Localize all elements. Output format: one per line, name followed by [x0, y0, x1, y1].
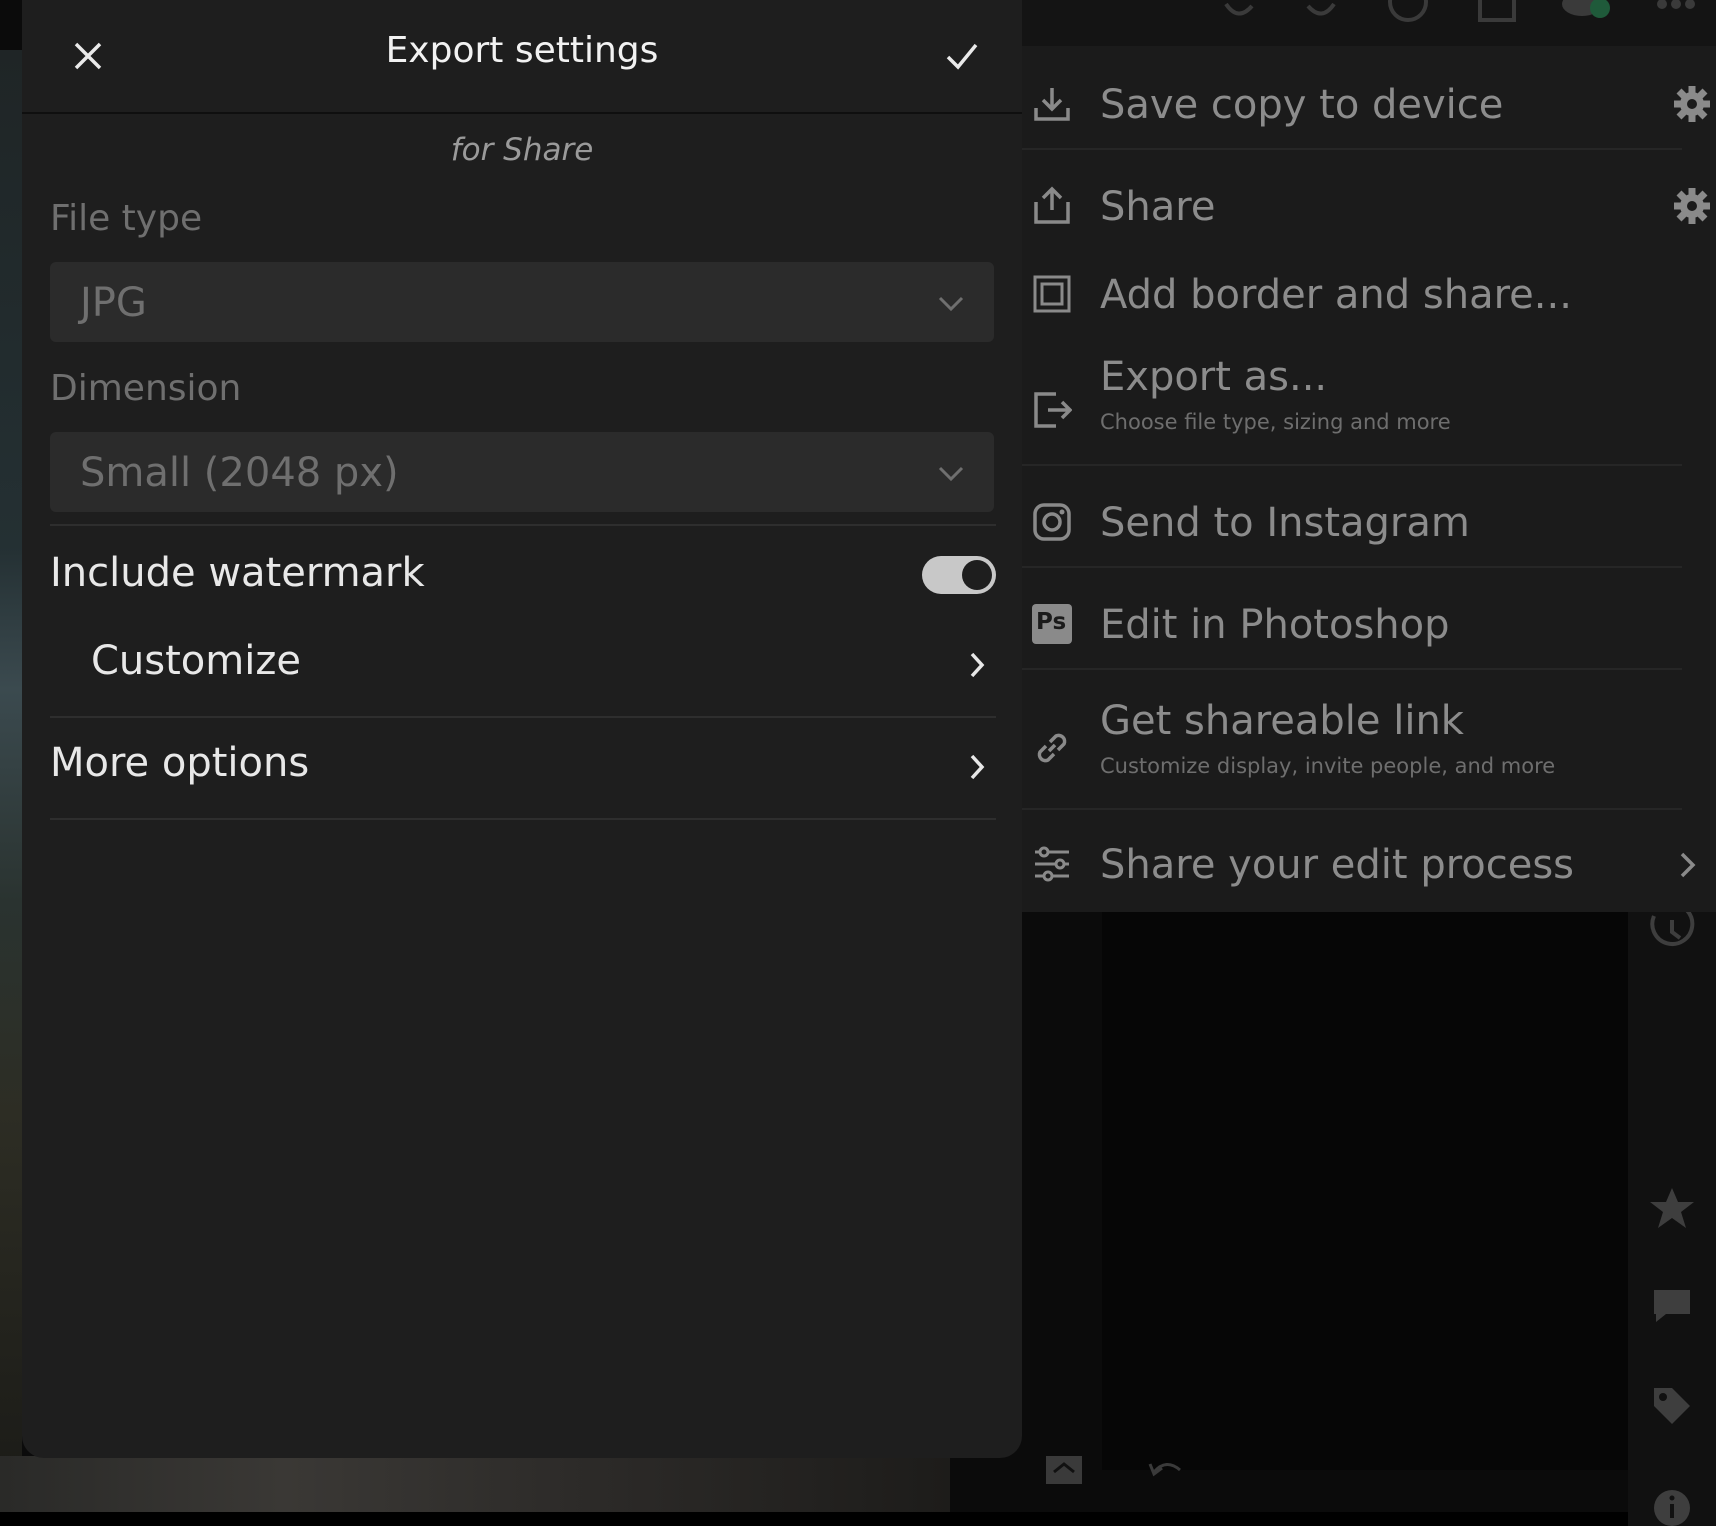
file-type-value: JPG: [80, 280, 147, 326]
background-photo-edge: [0, 50, 22, 1470]
toggle-knob: [962, 560, 992, 590]
menu-item-label: Edit in Photoshop: [1100, 602, 1450, 648]
chevron-down-icon: [938, 466, 964, 482]
export-icon: [1034, 392, 1072, 428]
menu-divider: [1022, 566, 1682, 568]
export-settings-panel: Export settings for Share File type JPG …: [22, 0, 1022, 1458]
download-icon: [1034, 88, 1070, 121]
photoshop-badge: Ps: [1036, 609, 1067, 635]
menu-divider: [1022, 464, 1682, 466]
border-icon: [1033, 275, 1071, 313]
menu-item-shareable-link[interactable]: Get shareable link Customize display, in…: [1022, 698, 1682, 808]
menu-item-label: Share: [1100, 184, 1216, 230]
customize-row[interactable]: Customize: [91, 638, 301, 684]
share-icon: [1034, 186, 1070, 224]
dimension-value: Small (2048 px): [80, 450, 399, 496]
watermark-toggle[interactable]: [922, 556, 996, 594]
panel-subtitle: for Share: [450, 132, 594, 168]
image-canvas: [1102, 910, 1628, 1470]
gear-icon[interactable]: [1672, 84, 1712, 124]
header-divider: [22, 112, 1022, 114]
menu-item-add-border[interactable]: Add border and share...: [1022, 266, 1682, 326]
chevron-right-icon: [970, 652, 985, 678]
photoshop-icon: Ps: [1032, 604, 1072, 644]
comment-icon[interactable]: [1650, 1286, 1694, 1326]
menu-item-label: Export as...: [1100, 354, 1328, 400]
menu-item-export-as[interactable]: Export as... Choose file type, sizing an…: [1022, 354, 1682, 464]
chevron-right-icon: [1680, 852, 1696, 878]
section-divider: [50, 716, 996, 718]
more-options-row[interactable]: More options: [50, 740, 309, 786]
dimension-label: Dimension: [50, 368, 242, 409]
star-icon[interactable]: [1648, 1184, 1696, 1232]
reset-icon[interactable]: [1146, 1456, 1186, 1486]
chevron-right-icon: [970, 754, 985, 780]
menu-item-sublabel: Customize display, invite people, and mo…: [1100, 754, 1556, 778]
menu-item-sublabel: Choose file type, sizing and more: [1100, 410, 1451, 434]
file-type-label: File type: [50, 198, 203, 239]
menu-divider: [1022, 668, 1682, 670]
file-type-select[interactable]: JPG: [50, 262, 994, 342]
section-divider: [50, 524, 996, 526]
panel-title: Export settings: [385, 30, 659, 71]
history-icon[interactable]: [1646, 910, 1698, 954]
menu-divider: [1022, 148, 1682, 150]
menu-item-label: Save copy to device: [1100, 82, 1504, 128]
menu-item-instagram[interactable]: Send to Instagram: [1022, 494, 1682, 554]
menu-item-share-edit-process[interactable]: Share your edit process: [1022, 836, 1696, 896]
sliders-icon: [1035, 846, 1069, 882]
menu-item-label: Get shareable link: [1100, 698, 1464, 744]
menu-divider: [1022, 808, 1682, 810]
share-menu: Save copy to device Share Add border and…: [1022, 46, 1716, 912]
menu-item-share[interactable]: Share: [1022, 178, 1710, 238]
menu-item-photoshop[interactable]: Ps Edit in Photoshop: [1022, 596, 1682, 656]
menu-item-label: Add border and share...: [1100, 272, 1572, 318]
background-photo-bottom: [0, 1456, 950, 1512]
app-top-bar: [1022, 0, 1716, 46]
help-icon[interactable]: [1386, 0, 1430, 24]
menu-item-label: Send to Instagram: [1100, 500, 1470, 546]
dimension-select[interactable]: Small (2048 px): [50, 432, 994, 512]
redo-icon[interactable]: [1302, 0, 1342, 24]
link-icon: [1037, 733, 1067, 763]
compare-icon[interactable]: [1476, 0, 1520, 24]
chevron-down-icon: [938, 296, 964, 312]
section-divider: [50, 818, 996, 820]
tag-icon[interactable]: [1650, 1384, 1694, 1428]
watermark-label: Include watermark: [50, 550, 425, 596]
cloud-sync-icon[interactable]: [1558, 0, 1618, 24]
right-tool-rail: [1628, 910, 1716, 1526]
instagram-icon: [1033, 503, 1071, 541]
presets-icon[interactable]: [1044, 1452, 1084, 1492]
menu-item-label: Share your edit process: [1100, 842, 1575, 888]
gear-icon[interactable]: [1672, 186, 1712, 226]
bottom-edge: [0, 1512, 1716, 1526]
info-icon[interactable]: [1650, 1486, 1694, 1526]
more-icon[interactable]: [1654, 0, 1698, 20]
menu-item-save-copy[interactable]: Save copy to device: [1022, 76, 1710, 136]
undo-icon[interactable]: [1218, 0, 1258, 24]
check-icon[interactable]: [940, 34, 984, 78]
